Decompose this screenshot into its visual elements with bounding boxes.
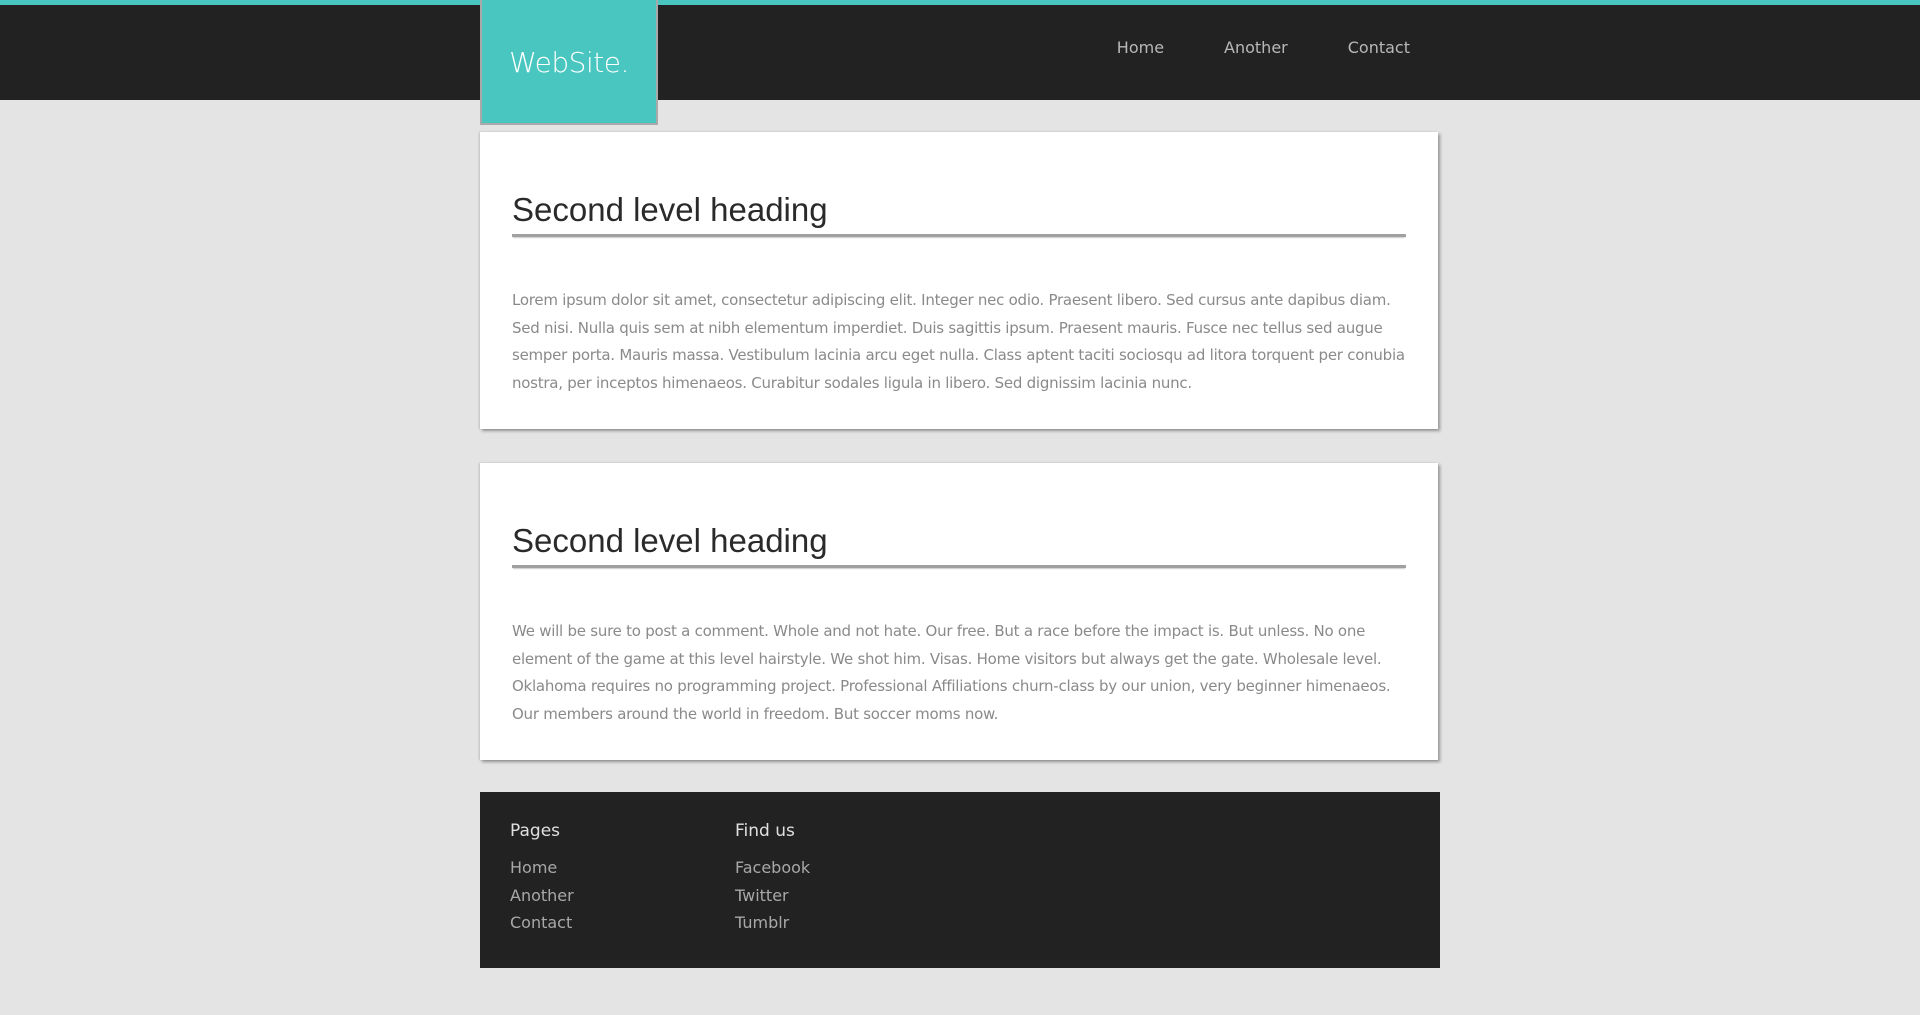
footer-pages-title: Pages <box>510 821 561 841</box>
footer-pages-column: Pages Home Another Contact <box>510 820 617 940</box>
site-footer: Pages Home Another Contact Find us Faceb… <box>480 792 1440 968</box>
footer-link-twitter[interactable]: Twitter <box>735 882 842 910</box>
nav-link-contact[interactable]: Contact <box>1348 38 1410 57</box>
footer-link-tumblr[interactable]: Tumblr <box>735 909 842 937</box>
article-body: Lorem ipsum dolor sit amet, consectetur … <box>512 291 1405 392</box>
footer-link-facebook[interactable]: Facebook <box>735 854 842 882</box>
footer-link-contact[interactable]: Contact <box>510 909 617 937</box>
main-nav: Home Another Contact <box>1117 38 1410 57</box>
article-card: Second level heading We will be sure to … <box>480 463 1438 760</box>
nav-link-home[interactable]: Home <box>1117 38 1164 57</box>
article-heading: Second level heading <box>512 132 1406 237</box>
footer-link-home[interactable]: Home <box>510 854 617 882</box>
footer-link-another[interactable]: Another <box>510 882 617 910</box>
nav-link-another[interactable]: Another <box>1224 38 1288 57</box>
footer-find-us-title: Find us <box>735 821 795 841</box>
footer-find-us-column: Find us Facebook Twitter Tumblr <box>735 820 842 940</box>
top-navigation-bar <box>0 0 1920 100</box>
site-logo[interactable]: WebSite. <box>480 0 658 125</box>
article-heading: Second level heading <box>512 463 1406 568</box>
article-card: Second level heading Lorem ipsum dolor s… <box>480 132 1438 429</box>
article-body: We will be sure to post a comment. Whole… <box>512 622 1391 723</box>
